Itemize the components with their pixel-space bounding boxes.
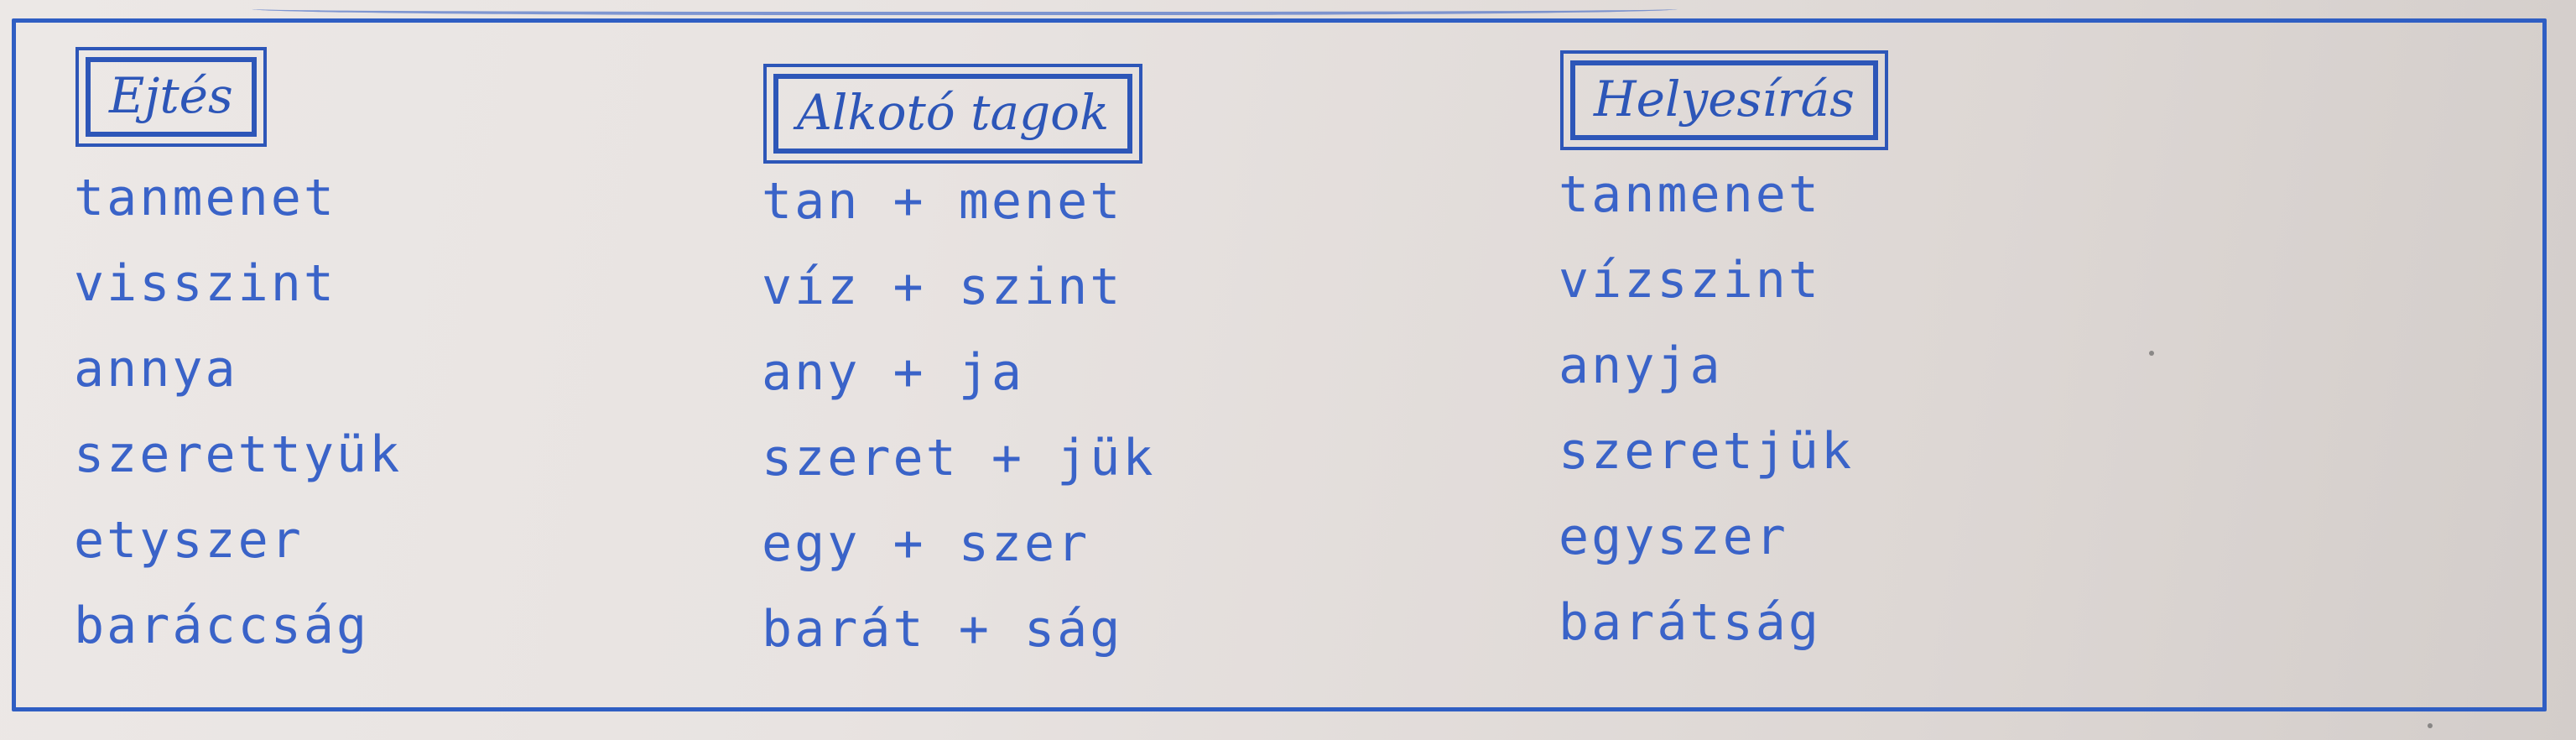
paper-speck [2149,351,2154,356]
entry-list-pronunciation: tanmenet visszint annya szerettyük etysz… [74,155,402,669]
list-item: barát + ság [762,599,1123,659]
list-item: szerettyük [74,425,403,484]
list-item: vízszint [1559,250,1821,310]
top-edge-ink-mark [252,0,1678,15]
column-pronunciation: Ejtés tanmenet visszint annya szerettyük… [74,34,402,669]
list-item: any + ja [762,342,1024,402]
list-item: baráccság [74,596,370,655]
column-spelling: Helyesírás tanmenet vízszint anyja szere… [1559,34,1888,665]
column-header-components: Alkotó tagok [762,64,1143,164]
list-item: egy + szer [762,513,1090,573]
list-item: annya [74,339,238,399]
list-item: egyszer [1559,507,1788,566]
column-header-spelling: Helyesírás [1560,50,1888,150]
list-item: visszint [74,253,336,313]
column-components: Alkotó tagok tan + menet víz + szint any… [762,34,1155,672]
entry-list-components: tan + menet víz + szint any + ja szeret … [762,159,1155,672]
list-item: szeret + jük [762,428,1156,487]
entry-list-spelling: tanmenet vízszint anyja szeretjük egysze… [1559,152,1878,665]
list-item: tan + menet [762,171,1123,231]
list-item: barátság [1559,592,1821,652]
list-item: tanmenet [1559,164,1821,224]
list-item: anyja [1559,336,1723,395]
column-header-pronunciation: Ejtés [75,47,267,147]
list-item: tanmenet [74,168,336,227]
list-item: víz + szint [762,257,1123,316]
paper-speck [2428,723,2433,728]
list-item: etyszer [74,510,304,570]
list-item: szeretjük [1559,421,1855,481]
